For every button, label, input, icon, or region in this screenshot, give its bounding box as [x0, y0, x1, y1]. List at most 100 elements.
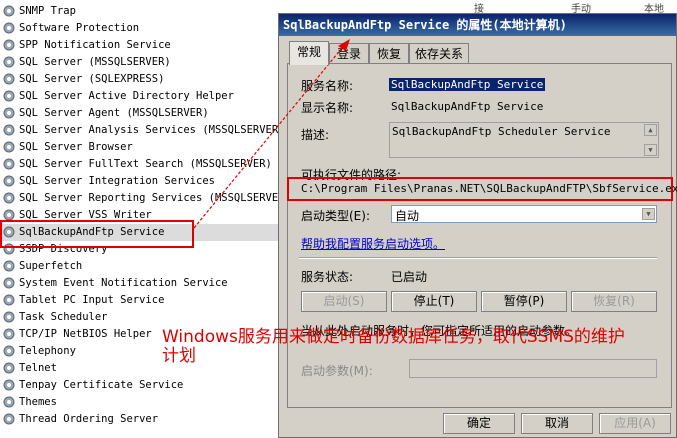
service-row[interactable]: Software Protection	[0, 20, 280, 37]
description-box[interactable]: SqlBackupAndFtp Scheduler Service ▲ ▼	[389, 122, 659, 158]
service-row[interactable]: Superfetch	[0, 258, 280, 275]
service-name-label: 服务名称:	[301, 79, 354, 93]
service-name: Software Protection	[19, 22, 140, 34]
gear-icon-hub	[7, 315, 11, 319]
service-row[interactable]: SQL Server Analysis Services (MSSQLSERVE…	[0, 122, 285, 139]
gear-icon	[3, 396, 15, 408]
service-row[interactable]: Themes	[0, 394, 280, 411]
scroll-down-icon[interactable]: ▼	[644, 144, 657, 156]
gear-icon	[3, 175, 15, 187]
service-name: Thread Ordering Server	[19, 413, 159, 425]
startup-type-select[interactable]: 自动 ▼	[391, 205, 657, 223]
service-row[interactable]: SQL Server (SQLEXPRESS)	[0, 71, 280, 88]
gear-icon-hub	[7, 213, 11, 217]
service-name: SQL Server Agent (MSSQLSERVER)	[19, 107, 209, 119]
highlight-box-selected-service	[0, 220, 194, 248]
tab-dependencies[interactable]: 依存关系	[409, 43, 469, 63]
gear-icon-hub	[7, 145, 11, 149]
gear-icon-hub	[7, 196, 11, 200]
gear-icon	[3, 39, 15, 51]
service-row[interactable]: Tablet PC Input Service	[0, 292, 280, 309]
gear-icon	[3, 345, 15, 357]
service-row[interactable]: Thread Ordering Server	[0, 411, 280, 428]
service-row[interactable]: SQL Server FullText Search (MSSQLSERVER)	[0, 156, 280, 173]
cancel-button[interactable]: 取消	[521, 413, 593, 434]
gear-icon	[3, 73, 15, 85]
tab-recovery[interactable]: 恢复	[369, 43, 409, 63]
gear-icon	[3, 107, 15, 119]
service-row[interactable]: SQL Server Reporting Services (MSSQLSERV…	[0, 190, 291, 207]
highlight-box-exe-path	[287, 177, 673, 201]
service-row[interactable]: Tenpay Certificate Service	[0, 377, 280, 394]
service-name: TCP/IP NetBIOS Helper	[19, 328, 152, 340]
stop-button[interactable]: 停止(T)	[391, 291, 477, 312]
service-name: SPP Notification Service	[19, 39, 171, 51]
resume-button[interactable]: 恢复(R)	[571, 291, 657, 312]
gear-icon-hub	[7, 26, 11, 30]
gear-icon-hub	[7, 264, 11, 268]
ok-button[interactable]: 确定	[443, 413, 515, 434]
gear-icon	[3, 277, 15, 289]
dialog-title[interactable]: SqlBackupAndFtp Service 的属性(本地计算机)	[279, 14, 676, 36]
service-name: SQL Server Browser	[19, 141, 133, 153]
gear-icon	[3, 311, 15, 323]
service-name: Themes	[19, 396, 57, 408]
apply-button[interactable]: 应用(A)	[599, 413, 671, 434]
services-list: SNMP Trap Software Protection SPP Notifica…	[0, 0, 291, 433]
gear-icon	[3, 328, 15, 340]
gear-icon	[3, 294, 15, 306]
pause-button[interactable]: 暂停(P)	[481, 291, 567, 312]
gear-icon	[3, 141, 15, 153]
service-row[interactable]: SQL Server Active Directory Helper	[0, 88, 280, 105]
scroll-up-icon[interactable]: ▲	[644, 124, 657, 136]
service-name: SQL Server Active Directory Helper	[19, 90, 234, 102]
help-configure-link[interactable]: 帮助我配置服务启动选项。	[301, 235, 445, 252]
description-value: SqlBackupAndFtp Scheduler Service	[392, 125, 611, 138]
gear-icon-hub	[7, 417, 11, 421]
service-row[interactable]: Task Scheduler	[0, 309, 280, 326]
gear-icon	[3, 124, 15, 136]
service-name: Tenpay Certificate Service	[19, 379, 184, 391]
service-name-value[interactable]: SqlBackupAndFtp Service	[389, 78, 546, 91]
gear-icon-hub	[7, 94, 11, 98]
chevron-down-icon[interactable]: ▼	[642, 208, 655, 220]
description-label: 描述:	[301, 128, 330, 142]
service-properties-dialog: SqlBackupAndFtp Service 的属性(本地计算机) 常规 登录…	[278, 13, 677, 438]
gear-icon	[3, 5, 15, 17]
gear-icon-hub	[7, 60, 11, 64]
gear-icon-hub	[7, 162, 11, 166]
service-name: SQL Server Reporting Services (MSSQLSERV…	[19, 192, 291, 204]
gear-icon	[3, 413, 15, 425]
gear-icon	[3, 56, 15, 68]
gear-icon-hub	[7, 128, 11, 132]
gear-icon-hub	[7, 281, 11, 285]
service-name: SNMP Trap	[19, 5, 76, 17]
gear-icon-hub	[7, 179, 11, 183]
service-row[interactable]: SQL Server Integration Services	[0, 173, 280, 190]
service-name: Telnet	[19, 362, 57, 374]
service-row[interactable]: SPP Notification Service	[0, 37, 280, 54]
gear-icon	[3, 260, 15, 272]
gear-icon-hub	[7, 366, 11, 370]
service-name: System Event Notification Service	[19, 277, 228, 289]
gear-icon	[3, 362, 15, 374]
start-button[interactable]: 启动(S)	[301, 291, 387, 312]
service-row[interactable]: SQL Server Browser	[0, 139, 280, 156]
startup-type-label: 启动类型(E):	[301, 209, 370, 223]
service-name: SQL Server Integration Services	[19, 175, 215, 187]
service-name: SQL Server Analysis Services (MSSQLSERVE…	[19, 124, 285, 136]
gear-icon-hub	[7, 298, 11, 302]
service-name: Task Scheduler	[19, 311, 108, 323]
service-name: SQL Server FullText Search (MSSQLSERVER)	[19, 158, 272, 170]
display-name-value: SqlBackupAndFtp Service	[391, 100, 544, 113]
service-row[interactable]: SQL Server Agent (MSSQLSERVER)	[0, 105, 280, 122]
gear-icon-hub	[7, 111, 11, 115]
service-row[interactable]: System Event Notification Service	[0, 275, 280, 292]
gear-icon-hub	[7, 43, 11, 47]
service-row[interactable]: SQL Server (MSSQLSERVER)	[0, 54, 280, 71]
service-name: Superfetch	[19, 260, 83, 272]
tab-general[interactable]: 常规	[289, 41, 329, 65]
service-status-value: 已启动	[391, 270, 428, 284]
service-row[interactable]: SNMP Trap	[0, 3, 280, 20]
tab-logon[interactable]: 登录	[329, 43, 369, 63]
